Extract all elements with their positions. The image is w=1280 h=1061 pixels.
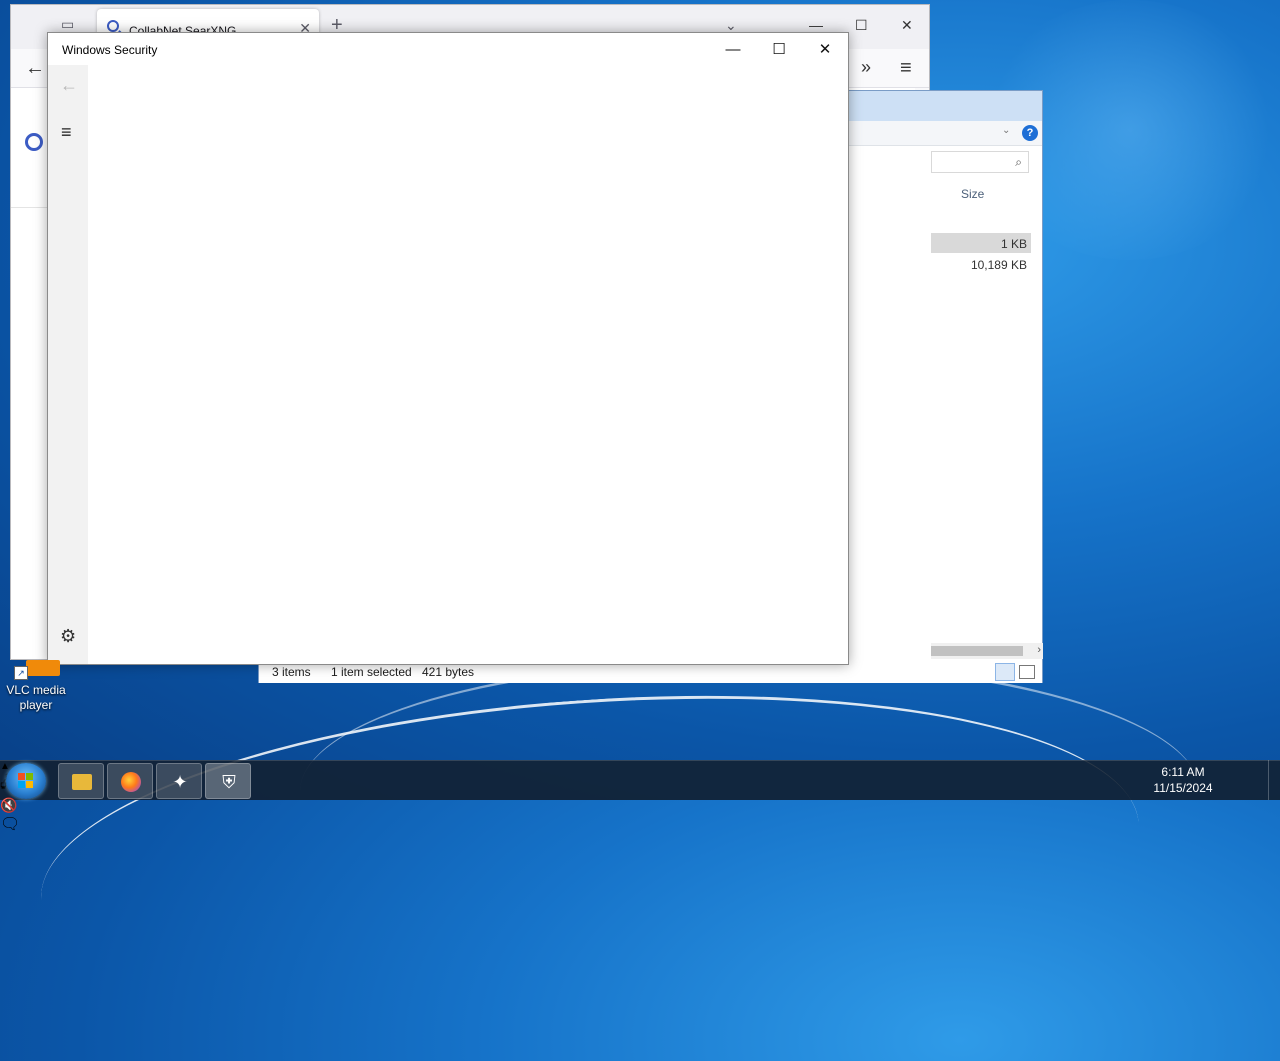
taskbar-file-explorer[interactable] — [58, 763, 104, 799]
action-center-icon[interactable]: 🗨 — [0, 814, 1280, 834]
list-all-tabs-icon[interactable]: ▭ — [61, 17, 77, 31]
selection-size: 421 bytes — [422, 665, 475, 679]
vlc-cone-icon — [26, 660, 60, 676]
clock-date: 11/15/2024 — [1153, 781, 1213, 795]
maximize-button[interactable]: ☐ — [855, 17, 868, 33]
taskbar: ✦ ⛨ ▲ 🖧 🔇 🗨 — [0, 760, 1280, 833]
taskbar-firefox[interactable] — [107, 763, 153, 799]
shield-icon: ⛨ — [222, 772, 236, 792]
firefox-icon — [121, 772, 141, 792]
scroll-right-icon[interactable]: › — [1037, 644, 1041, 656]
selection-count: 1 item selected — [331, 665, 412, 679]
hamburger-menu-icon[interactable]: ≡ — [61, 123, 72, 141]
clock-time: 6:11 AM — [1161, 765, 1205, 779]
taskbar-pinned-app[interactable]: ✦ — [156, 763, 202, 799]
search-icon: ⌕ — [1015, 155, 1022, 169]
item-count: 3 items — [272, 665, 311, 679]
scrollbar-thumb[interactable] — [931, 646, 1023, 656]
file-size-cell: 1 KB — [1000, 237, 1027, 251]
desktop-icon-label: VLC media player — [6, 683, 66, 712]
search-box[interactable]: ⌕ — [931, 151, 1029, 173]
close-button[interactable]: ✕ — [802, 37, 848, 63]
search-icon — [107, 20, 119, 32]
horizontal-scrollbar[interactable]: › — [931, 643, 1043, 659]
minimize-button[interactable]: — — [809, 17, 823, 33]
show-desktop-button[interactable] — [1268, 760, 1280, 800]
file-size-cell: 10,189 KB — [970, 258, 1027, 272]
hamburger-menu-icon[interactable]: ≡ — [900, 57, 912, 80]
back-arrow-icon[interactable]: ← — [25, 57, 45, 80]
large-icons-view-icon[interactable] — [1019, 665, 1035, 679]
chevron-down-icon[interactable]: ⌄ — [1002, 125, 1010, 136]
column-header-size[interactable]: Size — [961, 187, 984, 201]
window-title: Windows Security — [62, 43, 158, 57]
minimize-button[interactable]: — — [710, 37, 756, 63]
eagle-icon: ✦ — [172, 772, 188, 792]
back-arrow-icon[interactable]: ← — [60, 75, 78, 96]
shortcut-arrow-icon: ↗ — [14, 666, 28, 680]
gear-icon[interactable]: ⚙ — [60, 627, 76, 645]
folder-icon — [72, 774, 92, 790]
taskbar-windows-security[interactable]: ⛨ — [205, 763, 251, 799]
maximize-button[interactable]: ☐ — [756, 37, 802, 63]
help-icon[interactable]: ? — [1022, 125, 1038, 141]
searxng-logo-icon — [25, 133, 43, 151]
navigation-pane — [48, 65, 88, 664]
details-view-icon[interactable] — [995, 663, 1015, 681]
windows-logo-icon — [18, 773, 34, 789]
taskbar-clock[interactable]: 6:11 AM 11/15/2024 — [1150, 764, 1216, 796]
overflow-chevron-icon[interactable]: » — [861, 57, 871, 78]
close-button[interactable]: ✕ — [901, 17, 913, 33]
start-button[interactable] — [6, 763, 46, 799]
windows-security-window[interactable]: Windows Security — ☐ ✕ ← ≡ ⚙ — [47, 32, 849, 665]
